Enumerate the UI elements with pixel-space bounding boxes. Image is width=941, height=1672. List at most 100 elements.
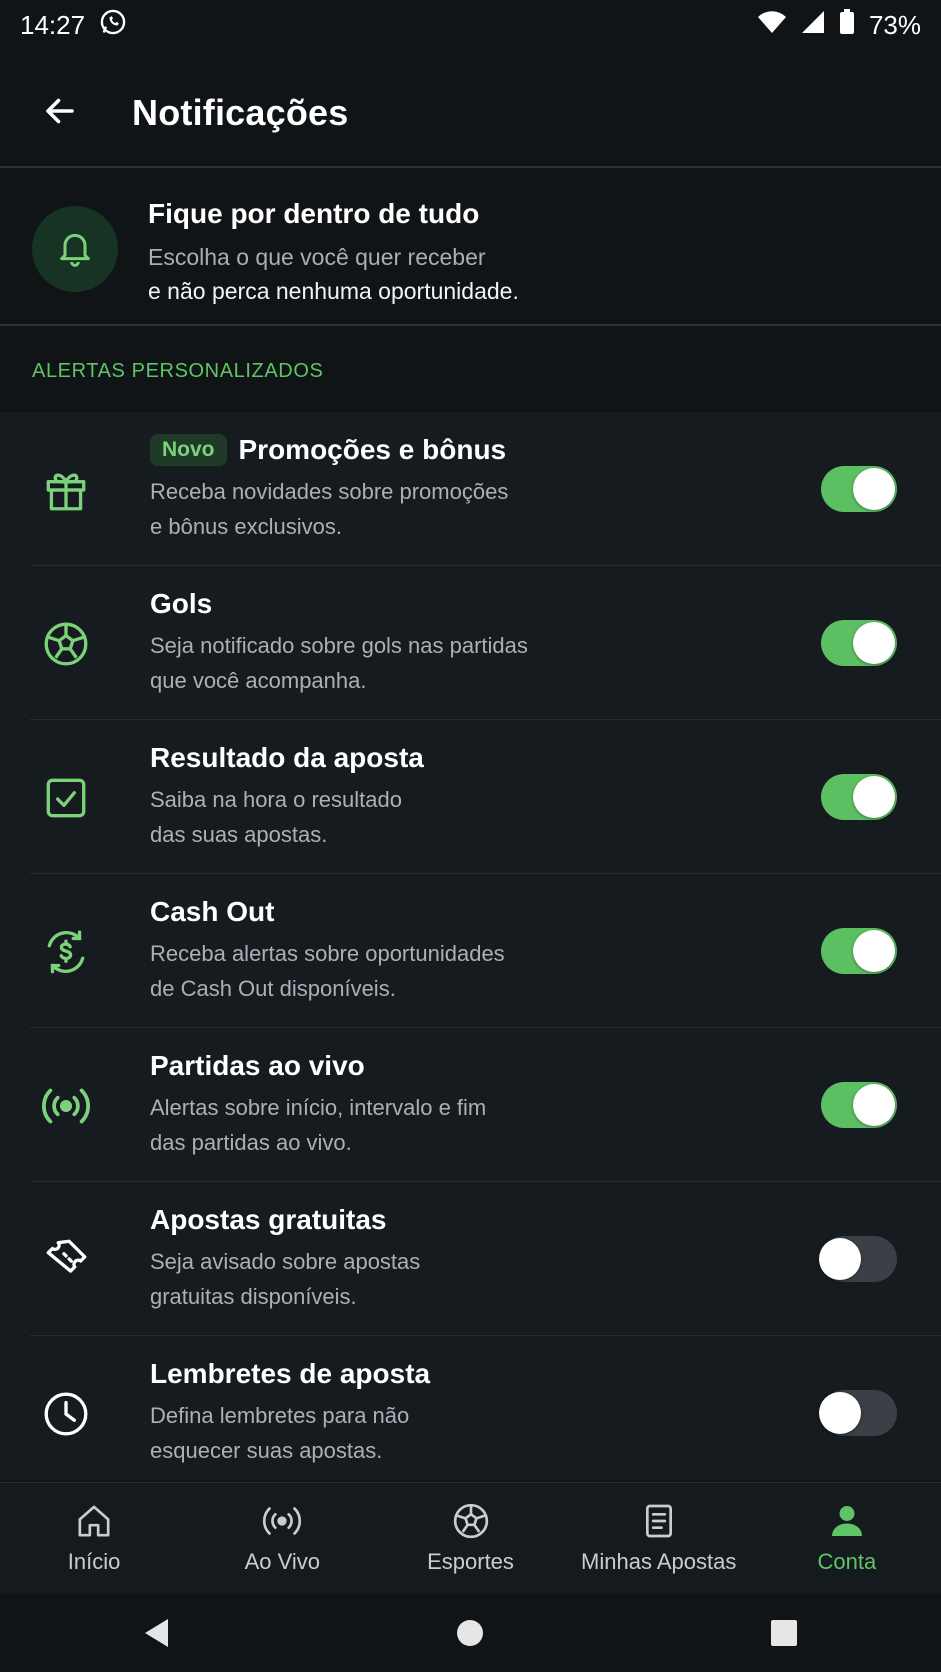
soccer-ball-icon bbox=[38, 616, 94, 672]
home-icon bbox=[74, 1499, 114, 1543]
row-desc-line1: Receba alertas sobre oportunidades bbox=[150, 941, 505, 966]
bottom-nav: Início Ao Vivo Esportes Minhas Apostas C… bbox=[0, 1482, 941, 1595]
signal-icon bbox=[801, 10, 825, 41]
toggle-lembretes[interactable] bbox=[819, 1390, 897, 1436]
notification-row-resultado: Resultado da aposta Saiba na hora o resu… bbox=[0, 720, 941, 874]
row-title: Apostas gratuitas bbox=[150, 1204, 420, 1236]
battery-icon bbox=[839, 8, 855, 42]
arrow-left-icon bbox=[42, 93, 78, 134]
status-time: 14:27 bbox=[20, 9, 86, 40]
toggle-knob bbox=[819, 1238, 861, 1280]
page-title: Notificações bbox=[132, 92, 349, 133]
document-icon bbox=[639, 1499, 679, 1543]
row-title-text: Lembretes de aposta bbox=[150, 1358, 431, 1389]
clock-icon bbox=[38, 1386, 94, 1442]
live-broadcast-icon bbox=[38, 1078, 94, 1134]
row-text: Apostas gratuitas Seja avisado sobre apo… bbox=[150, 1204, 420, 1314]
row-title-text: Resultado da aposta bbox=[150, 742, 424, 773]
row-desc-line2: das partidas ao vivo. bbox=[150, 1130, 352, 1155]
intro-line2: e não perca nenhuma oportunidade. bbox=[148, 278, 519, 304]
intro-icon-container bbox=[32, 206, 118, 292]
row-text: Resultado da aposta Saiba na hora o resu… bbox=[150, 742, 424, 852]
square-recents-icon bbox=[771, 1620, 798, 1646]
row-desc-line1: Seja avisado sobre apostas bbox=[150, 1249, 421, 1274]
row-title-text: Apostas gratuitas bbox=[150, 1204, 387, 1235]
nav-item-conta[interactable]: Conta bbox=[753, 1483, 941, 1595]
toggle-knob bbox=[853, 622, 895, 664]
nav-label: Minhas Apostas bbox=[581, 1549, 737, 1574]
toggle-gols[interactable] bbox=[821, 620, 897, 666]
system-back-button[interactable] bbox=[117, 1603, 197, 1663]
nav-label: Início bbox=[67, 1549, 121, 1574]
row-title: Novo Promoções e bônus bbox=[150, 434, 508, 466]
row-title-text: Partidas ao vivo bbox=[150, 1050, 365, 1081]
row-desc-line1: Defina lembretes para não bbox=[150, 1403, 410, 1428]
row-description: Receba novidades sobre promoções e bônus… bbox=[150, 474, 508, 544]
row-desc-line2: das suas apostas. bbox=[150, 822, 328, 847]
bell-icon bbox=[55, 227, 95, 272]
system-recents-button[interactable] bbox=[744, 1603, 824, 1663]
status-right: 73% bbox=[757, 8, 921, 42]
row-desc-line2: gratuitas disponíveis. bbox=[150, 1284, 357, 1309]
section-label: ALERTAS PERSONALIZADOS bbox=[32, 360, 324, 382]
status-bar: 14:27 73% bbox=[0, 0, 941, 50]
row-description: Defina lembretes para não esquecer suas … bbox=[150, 1398, 430, 1468]
toggle-promocoes[interactable] bbox=[821, 466, 897, 512]
toggle-ao-vivo[interactable] bbox=[821, 1082, 897, 1128]
intro-text: Fique por dentro de tudo Escolha o que v… bbox=[148, 198, 519, 308]
toggle-knob bbox=[819, 1392, 861, 1434]
toggle-apostas-gratuitas[interactable] bbox=[819, 1236, 897, 1282]
nav-item-ao-vivo[interactable]: Ao Vivo bbox=[188, 1483, 376, 1595]
row-description: Seja avisado sobre apostas gratuitas dis… bbox=[150, 1244, 420, 1314]
row-desc-line1: Seja notificado sobre gols nas partidas bbox=[150, 633, 528, 658]
row-text: Cash Out Receba alertas sobre oportunida… bbox=[150, 896, 505, 1006]
row-text: Gols Seja notificado sobre gols nas part… bbox=[150, 588, 528, 698]
toggle-knob bbox=[853, 1084, 895, 1126]
intro-title: Fique por dentro de tudo bbox=[148, 198, 480, 229]
toggle-cashout[interactable] bbox=[821, 928, 897, 974]
toggle-knob bbox=[853, 468, 895, 510]
intro-banner: Fique por dentro de tudo Escolha o que v… bbox=[0, 170, 941, 326]
row-title: Cash Out bbox=[150, 896, 505, 928]
system-home-button[interactable] bbox=[430, 1603, 510, 1663]
row-desc-line2: e bônus exclusivos. bbox=[150, 514, 342, 539]
row-desc-line2: de Cash Out disponíveis. bbox=[150, 976, 396, 1001]
nav-item-esportes[interactable]: Esportes bbox=[376, 1483, 564, 1595]
cash-out-icon bbox=[38, 924, 94, 980]
notification-row-lembretes: Lembretes de aposta Defina lembretes par… bbox=[0, 1336, 941, 1490]
row-desc-line2: que você acompanha. bbox=[150, 668, 367, 693]
system-nav-bar bbox=[0, 1594, 941, 1672]
row-text: Partidas ao vivo Alertas sobre início, i… bbox=[150, 1050, 486, 1160]
notification-row-ao-vivo: Partidas ao vivo Alertas sobre início, i… bbox=[0, 1028, 941, 1182]
circle-home-icon bbox=[457, 1620, 484, 1646]
notification-row-apostas-gratuitas: Apostas gratuitas Seja avisado sobre apo… bbox=[0, 1182, 941, 1336]
nav-item-inicio[interactable]: Início bbox=[0, 1483, 188, 1595]
row-desc-line1: Receba novidades sobre promoções bbox=[150, 479, 509, 504]
notification-row-cashout: Cash Out Receba alertas sobre oportunida… bbox=[0, 874, 941, 1028]
nav-label: Conta bbox=[817, 1549, 877, 1574]
new-badge: Novo bbox=[150, 434, 227, 466]
wifi-icon bbox=[757, 10, 787, 41]
row-title: Lembretes de aposta bbox=[150, 1358, 430, 1390]
row-title-text: Gols bbox=[150, 588, 213, 619]
intro-line1: Escolha o que você quer receber bbox=[148, 244, 486, 270]
row-description: Seja notificado sobre gols nas partidas … bbox=[150, 628, 528, 698]
battery-percent: 73% bbox=[868, 9, 921, 40]
triangle-back-icon bbox=[144, 1619, 168, 1647]
nav-item-minhas-apostas[interactable]: Minhas Apostas bbox=[565, 1483, 753, 1595]
check-square-icon bbox=[38, 770, 94, 826]
nav-label: Ao Vivo bbox=[244, 1549, 321, 1574]
live-icon bbox=[260, 1499, 304, 1543]
back-button[interactable] bbox=[30, 83, 90, 143]
user-icon bbox=[827, 1499, 867, 1543]
gift-icon bbox=[38, 462, 94, 518]
toggle-resultado[interactable] bbox=[821, 774, 897, 820]
row-desc-line2: esquecer suas apostas. bbox=[150, 1438, 383, 1463]
nav-label: Esportes bbox=[427, 1549, 514, 1574]
row-title: Gols bbox=[150, 588, 528, 620]
toggle-knob bbox=[853, 776, 895, 818]
toggle-knob bbox=[853, 930, 895, 972]
row-description: Alertas sobre início, intervalo e fim da… bbox=[150, 1090, 486, 1160]
row-title-text: Promoções e bônus bbox=[238, 434, 507, 465]
notification-row-promocoes: Novo Promoções e bônus Receba novidades … bbox=[0, 412, 941, 566]
